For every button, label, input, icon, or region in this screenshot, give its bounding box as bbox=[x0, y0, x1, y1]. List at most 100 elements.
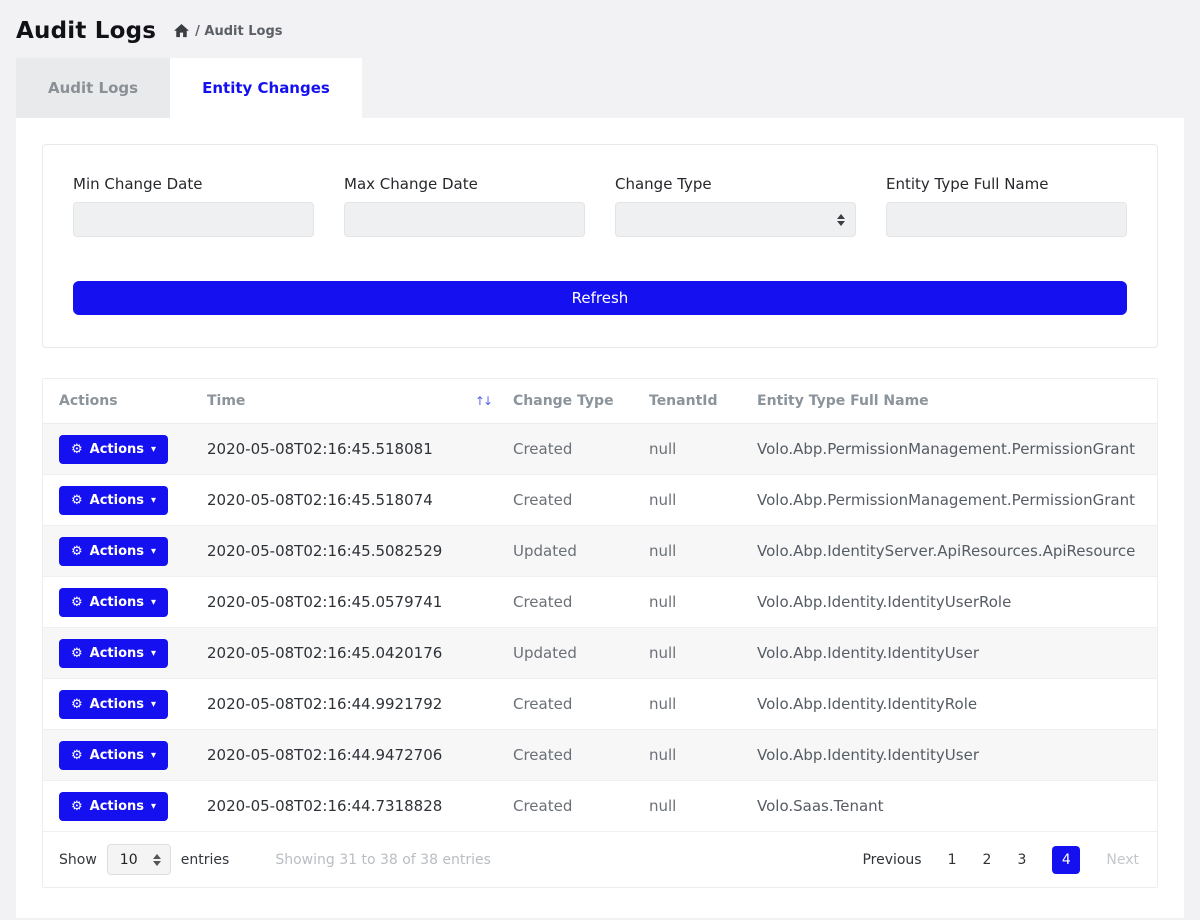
row-actions-button[interactable]: ⚙Actions▾ bbox=[59, 792, 168, 821]
tab-audit-logs[interactable]: Audit Logs bbox=[16, 58, 170, 118]
time-cell: 2020-05-08T02:16:44.9921792 bbox=[191, 679, 453, 730]
tenant-id-cell: null bbox=[633, 475, 741, 526]
change-type-select[interactable] bbox=[615, 202, 856, 237]
row-actions-button[interactable]: ⚙Actions▾ bbox=[59, 537, 168, 566]
max-change-date-input[interactable] bbox=[344, 202, 585, 237]
table-row: ⚙Actions▾ 2020-05-08T02:16:45.0579741 Cr… bbox=[43, 577, 1157, 628]
change-type-cell: Updated bbox=[497, 526, 633, 577]
entity-type-label: Entity Type Full Name bbox=[886, 175, 1127, 193]
change-type-cell: Updated bbox=[497, 628, 633, 679]
entity-changes-table: Actions Time ↑↓ Change Type TenantId Ent… bbox=[42, 378, 1158, 888]
show-label: Show bbox=[59, 852, 97, 868]
change-type-cell: Created bbox=[497, 424, 633, 475]
change-type-cell: Created bbox=[497, 577, 633, 628]
gear-icon: ⚙ bbox=[71, 442, 83, 457]
pagination-next[interactable]: Next bbox=[1106, 852, 1139, 868]
col-tenant-id: TenantId bbox=[633, 379, 741, 424]
entity-type-cell: Volo.Abp.PermissionManagement.Permission… bbox=[741, 475, 1157, 526]
table-row: ⚙Actions▾ 2020-05-08T02:16:45.5082529 Up… bbox=[43, 526, 1157, 577]
pagination: Previous 1 2 3 4 Next bbox=[862, 846, 1139, 874]
col-entity-type: Entity Type Full Name bbox=[741, 379, 1157, 424]
row-actions-button[interactable]: ⚙Actions▾ bbox=[59, 741, 168, 770]
table-header-row: Actions Time ↑↓ Change Type TenantId Ent… bbox=[43, 379, 1157, 424]
entity-type-cell: Volo.Abp.PermissionManagement.Permission… bbox=[741, 424, 1157, 475]
time-cell: 2020-05-08T02:16:44.9472706 bbox=[191, 730, 453, 781]
caret-down-icon: ▾ bbox=[151, 444, 156, 455]
gear-icon: ⚙ bbox=[71, 544, 83, 559]
entries-label: entries bbox=[181, 852, 230, 868]
gear-icon: ⚙ bbox=[71, 595, 83, 610]
min-change-date-input[interactable] bbox=[73, 202, 314, 237]
table-row: ⚙Actions▾ 2020-05-08T02:16:45.518081 Cre… bbox=[43, 424, 1157, 475]
breadcrumb-path: / Audit Logs bbox=[195, 24, 282, 39]
max-change-date-label: Max Change Date bbox=[344, 175, 585, 193]
page-header: Audit Logs / Audit Logs bbox=[0, 0, 1200, 58]
row-actions-button[interactable]: ⚙Actions▾ bbox=[59, 639, 168, 668]
entity-type-cell: Volo.Abp.Identity.IdentityUserRole bbox=[741, 577, 1157, 628]
row-actions-button[interactable]: ⚙Actions▾ bbox=[59, 435, 168, 464]
gear-icon: ⚙ bbox=[71, 799, 83, 814]
gear-icon: ⚙ bbox=[71, 697, 83, 712]
table-row: ⚙Actions▾ 2020-05-08T02:16:44.9921792 Cr… bbox=[43, 679, 1157, 730]
entity-type-cell: Volo.Abp.IdentityServer.ApiResources.Api… bbox=[741, 526, 1157, 577]
tenant-id-cell: null bbox=[633, 781, 741, 832]
table-row: ⚙Actions▾ 2020-05-08T02:16:44.9472706 Cr… bbox=[43, 730, 1157, 781]
change-type-cell: Created bbox=[497, 679, 633, 730]
refresh-button[interactable]: Refresh bbox=[73, 281, 1127, 315]
gear-icon: ⚙ bbox=[71, 493, 83, 508]
page-size-select[interactable]: 10 bbox=[107, 844, 171, 875]
col-actions: Actions bbox=[43, 379, 191, 424]
change-type-cell: Created bbox=[497, 730, 633, 781]
caret-down-icon: ▾ bbox=[151, 648, 156, 659]
row-actions-button[interactable]: ⚙Actions▾ bbox=[59, 588, 168, 617]
table-row: ⚙Actions▾ 2020-05-08T02:16:45.518074 Cre… bbox=[43, 475, 1157, 526]
tab-entity-changes[interactable]: Entity Changes bbox=[170, 58, 362, 118]
table-footer: Show 10 entries Showing 31 to 38 of 38 e… bbox=[43, 832, 1157, 887]
caret-down-icon: ▾ bbox=[151, 495, 156, 506]
pagination-page-1[interactable]: 1 bbox=[948, 852, 957, 868]
home-icon[interactable] bbox=[174, 24, 189, 38]
caret-down-icon: ▾ bbox=[151, 750, 156, 761]
caret-down-icon: ▾ bbox=[151, 699, 156, 710]
change-type-label: Change Type bbox=[615, 175, 856, 193]
tenant-id-cell: null bbox=[633, 577, 741, 628]
table-row: ⚙Actions▾ 2020-05-08T02:16:44.7318828 Cr… bbox=[43, 781, 1157, 832]
col-change-type: Change Type bbox=[497, 379, 633, 424]
change-type-cell: Created bbox=[497, 475, 633, 526]
entity-type-cell: Volo.Abp.Identity.IdentityRole bbox=[741, 679, 1157, 730]
time-cell: 2020-05-08T02:16:45.518074 bbox=[191, 475, 453, 526]
min-change-date-label: Min Change Date bbox=[73, 175, 314, 193]
tenant-id-cell: null bbox=[633, 679, 741, 730]
pagination-page-3[interactable]: 3 bbox=[1017, 852, 1026, 868]
select-updown-icon bbox=[153, 854, 161, 866]
time-cell: 2020-05-08T02:16:45.518081 bbox=[191, 424, 453, 475]
pagination-previous[interactable]: Previous bbox=[862, 852, 921, 868]
time-cell: 2020-05-08T02:16:45.0579741 bbox=[191, 577, 453, 628]
caret-down-icon: ▾ bbox=[151, 546, 156, 557]
sort-icon[interactable]: ↑↓ bbox=[475, 394, 491, 408]
time-cell: 2020-05-08T02:16:45.5082529 bbox=[191, 526, 453, 577]
breadcrumb: / Audit Logs bbox=[174, 24, 282, 39]
filter-card: Min Change Date Max Change Date Change T… bbox=[42, 144, 1158, 348]
table-row: ⚙Actions▾ 2020-05-08T02:16:45.0420176 Up… bbox=[43, 628, 1157, 679]
tenant-id-cell: null bbox=[633, 730, 741, 781]
content-card: Min Change Date Max Change Date Change T… bbox=[16, 118, 1184, 918]
tenant-id-cell: null bbox=[633, 526, 741, 577]
change-type-cell: Created bbox=[497, 781, 633, 832]
page-title: Audit Logs bbox=[16, 18, 156, 44]
pagination-page-4-active[interactable]: 4 bbox=[1052, 846, 1080, 874]
col-time[interactable]: Time bbox=[191, 379, 453, 424]
tab-bar: Audit Logs Entity Changes bbox=[16, 58, 1184, 118]
time-cell: 2020-05-08T02:16:44.7318828 bbox=[191, 781, 453, 832]
entity-type-input[interactable] bbox=[886, 202, 1127, 237]
showing-entries-text: Showing 31 to 38 of 38 entries bbox=[275, 852, 491, 868]
time-cell: 2020-05-08T02:16:45.0420176 bbox=[191, 628, 453, 679]
caret-down-icon: ▾ bbox=[151, 801, 156, 812]
entity-type-cell: Volo.Abp.Identity.IdentityUser bbox=[741, 628, 1157, 679]
row-actions-button[interactable]: ⚙Actions▾ bbox=[59, 486, 168, 515]
caret-down-icon: ▾ bbox=[151, 597, 156, 608]
row-actions-button[interactable]: ⚙Actions▾ bbox=[59, 690, 168, 719]
pagination-page-2[interactable]: 2 bbox=[983, 852, 992, 868]
tenant-id-cell: null bbox=[633, 424, 741, 475]
gear-icon: ⚙ bbox=[71, 748, 83, 763]
